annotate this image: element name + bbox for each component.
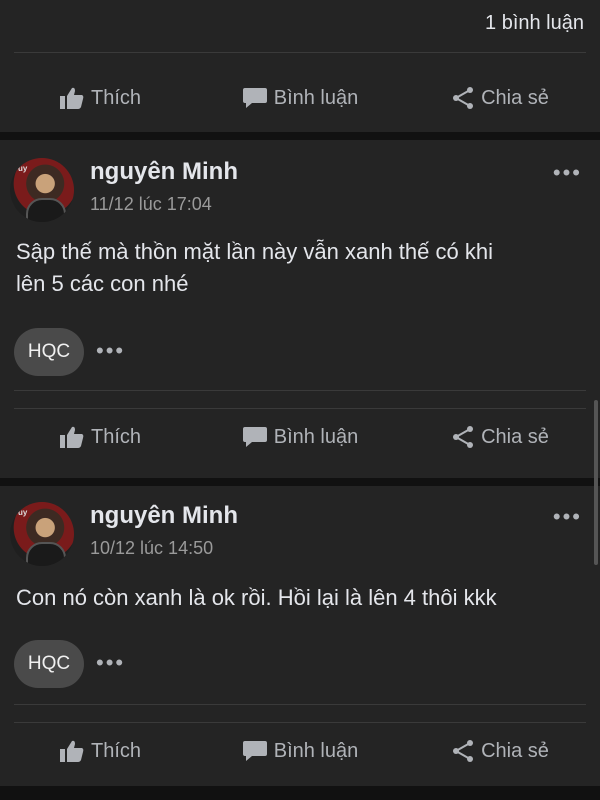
comment-label: Bình luận <box>273 86 359 109</box>
thumbs-up-icon <box>59 426 84 448</box>
share-button[interactable]: Chia sẻ <box>400 425 600 449</box>
like-button[interactable]: Thích <box>0 425 200 449</box>
comment-button[interactable]: Bình luận <box>200 739 400 763</box>
share-button[interactable]: Chia sẻ <box>400 739 600 763</box>
share-icon <box>453 740 474 762</box>
like-label: Thích <box>90 739 142 762</box>
ellipsis-icon[interactable]: ••• <box>553 160 582 186</box>
post-text-line: Con nó còn xanh là ok rồi. Hồi lại là lê… <box>16 585 497 610</box>
share-icon <box>453 87 474 109</box>
comment-button[interactable]: Bình luận <box>200 86 400 110</box>
reaction-chip[interactable]: HQC <box>14 328 84 376</box>
top-post-card: 1 bình luận Thích Bình luận Chia sẻ <box>0 0 600 132</box>
avatar-tag: uy <box>18 164 28 173</box>
like-button[interactable]: Thích <box>0 739 200 763</box>
like-button[interactable]: Thích <box>0 86 200 110</box>
action-bar: Thích Bình luận Chia sẻ <box>0 723 600 779</box>
avatar-shirt <box>26 198 66 222</box>
post-text: Sập thế mà thồn mặt lần này vẫn xanh thế… <box>16 236 570 300</box>
comment-label: Bình luận <box>273 425 359 448</box>
share-label: Chia sẻ <box>481 739 549 762</box>
post-text: Con nó còn xanh là ok rồi. Hồi lại là lê… <box>16 582 570 614</box>
post-text-line: lên 5 các con nhé <box>16 271 189 296</box>
comment-label: Bình luận <box>273 739 359 762</box>
divider <box>14 704 586 705</box>
username[interactable]: nguyên Minh <box>90 502 238 530</box>
speech-bubble-icon <box>242 88 267 108</box>
reaction-chip[interactable]: HQC <box>14 640 84 688</box>
share-label: Chia sẻ <box>481 86 549 109</box>
scrollbar[interactable] <box>594 400 598 565</box>
share-button[interactable]: Chia sẻ <box>400 86 600 110</box>
action-bar: Thích Bình luận Chia sẻ <box>0 409 600 465</box>
avatar-shirt <box>26 542 66 566</box>
action-bar: Thích Bình luận Chia sẻ <box>0 70 600 126</box>
divider <box>14 52 586 53</box>
avatar[interactable]: uy <box>10 502 74 566</box>
ellipsis-icon[interactable]: ••• <box>96 338 125 364</box>
timestamp[interactable]: 10/12 lúc 14:50 <box>90 538 213 559</box>
ellipsis-icon[interactable]: ••• <box>96 650 125 676</box>
post-text-line: Sập thế mà thồn mặt lần này vẫn xanh thế… <box>16 239 493 264</box>
divider <box>14 390 586 391</box>
speech-bubble-icon <box>242 427 267 447</box>
comment-count[interactable]: 1 bình luận <box>485 12 584 35</box>
username[interactable]: nguyên Minh <box>90 158 238 186</box>
post-card: uy nguyên Minh 11/12 lúc 17:04 ••• Sập t… <box>0 140 600 478</box>
timestamp[interactable]: 11/12 lúc 17:04 <box>90 194 212 215</box>
thumbs-up-icon <box>59 740 84 762</box>
like-label: Thích <box>90 425 142 448</box>
avatar-tag: uy <box>18 508 28 517</box>
post-card: uy nguyên Minh 10/12 lúc 14:50 ••• Con n… <box>0 486 600 786</box>
share-label: Chia sẻ <box>481 425 549 448</box>
avatar[interactable]: uy <box>10 158 74 222</box>
ellipsis-icon[interactable]: ••• <box>553 504 582 530</box>
comment-button[interactable]: Bình luận <box>200 425 400 449</box>
share-icon <box>453 426 474 448</box>
speech-bubble-icon <box>242 741 267 761</box>
thumbs-up-icon <box>59 87 84 109</box>
like-label: Thích <box>90 86 142 109</box>
